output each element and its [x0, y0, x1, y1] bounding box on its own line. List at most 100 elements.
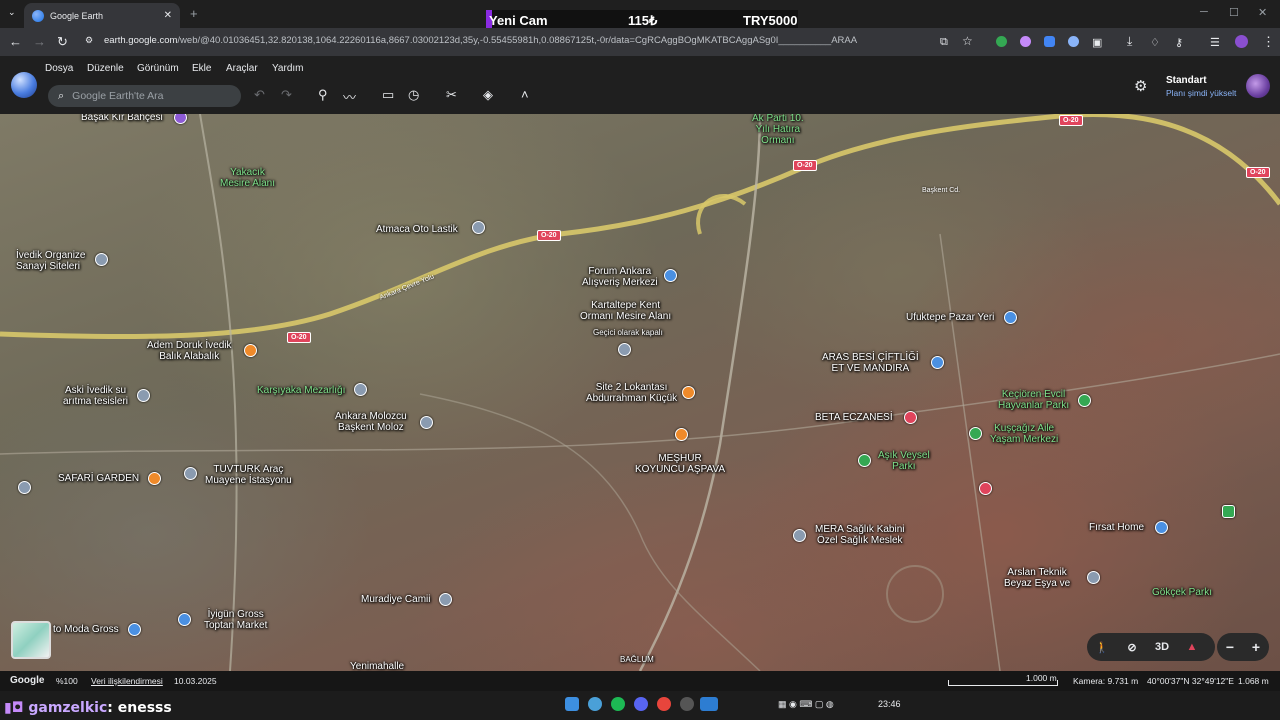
- poi-label[interactable]: Aski İvedik su arıtma tesisleri: [63, 385, 128, 407]
- place-pin-icon[interactable]: [354, 383, 367, 396]
- reading-list-icon[interactable]: ☰: [1210, 36, 1220, 49]
- place-pin-icon[interactable]: [184, 467, 197, 480]
- shopping-pin-icon[interactable]: [1004, 311, 1017, 324]
- shopping-pin-icon[interactable]: [1155, 521, 1168, 534]
- restaurant-pin-icon[interactable]: [682, 386, 695, 399]
- browser-menu-icon[interactable]: ⋮: [1262, 34, 1275, 50]
- poi-label[interactable]: İyigün Gross Toptan Market: [204, 609, 267, 631]
- reload-icon[interactable]: ↻: [57, 34, 68, 50]
- place-pin-icon[interactable]: [618, 343, 631, 356]
- zoom-in-button[interactable]: +: [1243, 639, 1269, 655]
- shopping-pin-icon[interactable]: [931, 356, 944, 369]
- place-pin-icon[interactable]: [137, 389, 150, 402]
- account-avatar[interactable]: [1246, 74, 1270, 98]
- map-tools-icon[interactable]: ✂: [446, 87, 457, 103]
- poi-label[interactable]: BETA ECZANESİ: [815, 412, 893, 423]
- poi-label[interactable]: Adem Doruk İvedik Balık Alabalık: [147, 340, 231, 362]
- chrome-icon[interactable]: [657, 697, 671, 711]
- poi-label[interactable]: Ufuktepe Pazar Yeri: [906, 312, 994, 323]
- google-earth-logo-icon[interactable]: [11, 72, 37, 98]
- place-pin-icon[interactable]: [793, 529, 806, 542]
- password-key-icon[interactable]: ⚷: [1175, 36, 1183, 49]
- tab-close-icon[interactable]: ✕: [164, 10, 172, 21]
- place-pin-icon[interactable]: [95, 253, 108, 266]
- extensions-puzzle-icon[interactable]: ▣: [1092, 36, 1102, 49]
- close-window-button[interactable]: ✕: [1258, 6, 1267, 19]
- menu-help[interactable]: Yardım: [272, 63, 304, 74]
- url-field[interactable]: earth.google.com/web/@40.01036451,32.820…: [104, 35, 857, 46]
- poi-label[interactable]: Fırsat Home: [1089, 522, 1144, 533]
- add-path-icon[interactable]: 〰: [343, 87, 356, 106]
- compass-lock-icon[interactable]: ⊘: [1117, 641, 1147, 654]
- shopping-pin-icon[interactable]: [664, 269, 677, 282]
- profile-avatar-icon[interactable]: [1235, 35, 1248, 48]
- spotify-icon[interactable]: [611, 697, 625, 711]
- shopping-pin-icon[interactable]: [178, 613, 191, 626]
- restaurant-pin-icon[interactable]: [148, 472, 161, 485]
- poi-label[interactable]: Keçiören Evcil Hayvanlar Parkı: [998, 389, 1069, 411]
- poi-label[interactable]: Muradiye Camii: [361, 594, 430, 605]
- poi-label[interactable]: Ak Parti 10. Yılı Hatıra Ormanı: [752, 114, 804, 146]
- settings-gear-icon[interactable]: ⚙: [1134, 77, 1147, 95]
- poi-label[interactable]: Kuşçağız Aile Yaşam Merkezi: [990, 423, 1058, 445]
- bookmark-star-icon[interactable]: ☆: [962, 34, 973, 48]
- discord-icon[interactable]: [634, 697, 648, 711]
- poi-label[interactable]: MEŞHUR KOYUNCU AŞPAVA: [635, 453, 725, 475]
- street-view-pegman-icon[interactable]: 🚶: [1087, 641, 1117, 654]
- pharmacy-pin-icon[interactable]: [904, 411, 917, 424]
- add-placemark-icon[interactable]: ⚲: [318, 87, 328, 103]
- new-tab-button[interactable]: +: [190, 6, 198, 21]
- measure-ruler-icon[interactable]: ▭: [382, 87, 394, 103]
- poi-label[interactable]: Yakacık Mesire Alanı: [220, 167, 275, 189]
- poi-label[interactable]: Atmaca Oto Lastik: [376, 224, 458, 235]
- poi-label[interactable]: Aşık Veysel Parkı: [878, 450, 930, 472]
- search-box[interactable]: ⌕: [48, 85, 241, 107]
- poi-label[interactable]: TUVTURK Araç Muayene İstasyonu: [205, 464, 292, 486]
- place-pin-icon[interactable]: [18, 481, 31, 494]
- site-info-icon[interactable]: ⚙: [85, 35, 93, 46]
- windows-start-icon[interactable]: [565, 697, 579, 711]
- extension-2-icon[interactable]: [1020, 36, 1031, 47]
- satellite-map-view[interactable]: O-20 O-20 O-20 O-20 O-20 Ankara Çevre Yo…: [0, 114, 1280, 671]
- poi-label[interactable]: İvedik Organize Sanayi Siteleri: [16, 250, 85, 272]
- poi-label[interactable]: Gökçek Parkı: [1152, 587, 1212, 598]
- restaurant-pin-icon[interactable]: [244, 344, 257, 357]
- place-pin-icon[interactable]: [420, 416, 433, 429]
- forward-arrow-icon[interactable]: →: [33, 34, 46, 49]
- tab-search-icon[interactable]: ⌄: [8, 7, 16, 18]
- back-arrow-icon[interactable]: ←: [9, 34, 22, 49]
- restaurant-pin-icon[interactable]: [675, 428, 688, 441]
- compass-icon[interactable]: ▲: [1177, 641, 1207, 653]
- place-pin-icon[interactable]: [1087, 571, 1100, 584]
- poi-label[interactable]: Ankara Molozcu Başkent Moloz: [335, 411, 407, 433]
- earth-window-icon[interactable]: [700, 697, 718, 711]
- menu-file[interactable]: Dosya: [45, 63, 73, 74]
- poi-label[interactable]: Karşıyaka Mezarlığı: [257, 385, 345, 396]
- toggle-3d-button[interactable]: 3D: [1147, 641, 1177, 653]
- poi-label[interactable]: MERA Sağlık Kabini Özel Sağlık Meslek: [815, 524, 905, 546]
- menu-tools[interactable]: Araçlar: [226, 63, 258, 74]
- system-tray-icons[interactable]: ▦ ◉ ⌨ ▢ ◍: [778, 699, 834, 710]
- park-pin-icon[interactable]: [858, 454, 871, 467]
- undo-icon[interactable]: ↶: [254, 87, 265, 103]
- park-pin-icon[interactable]: [969, 427, 982, 440]
- extension-1-icon[interactable]: [996, 36, 1007, 47]
- app-icon[interactable]: [588, 697, 602, 711]
- performance-icon[interactable]: ♢: [1150, 36, 1160, 49]
- tab-google-earth[interactable]: Google Earth ✕: [24, 3, 180, 28]
- place-pin-icon[interactable]: [472, 221, 485, 234]
- search-input[interactable]: [72, 90, 223, 102]
- menu-edit[interactable]: Düzenle: [87, 63, 124, 74]
- historical-imagery-icon[interactable]: ◷: [408, 87, 419, 103]
- menu-view[interactable]: Görünüm: [137, 63, 179, 74]
- hospital-pin-icon[interactable]: [979, 482, 992, 495]
- map-style-thumbnail[interactable]: [11, 621, 51, 659]
- hotel-pin-icon[interactable]: [1222, 505, 1235, 518]
- extension-3-icon[interactable]: [1044, 36, 1055, 47]
- poi-label[interactable]: Forum Ankara Alışveriş Merkezi: [582, 266, 658, 288]
- park-pin-icon[interactable]: [1078, 394, 1091, 407]
- plan-upgrade-link[interactable]: Planı şimdi yükselt: [1166, 88, 1236, 98]
- maximize-button[interactable]: ☐: [1229, 6, 1239, 19]
- poi-label[interactable]: Site 2 Lokantası Abdurrahman Küçük: [586, 382, 677, 404]
- poi-label[interactable]: to Moda Gross: [53, 624, 119, 635]
